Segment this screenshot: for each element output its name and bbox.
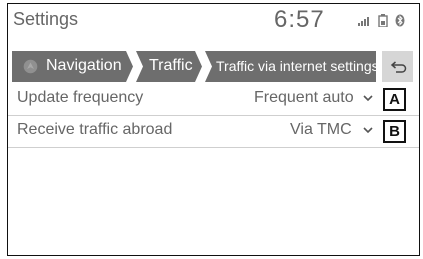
screen: Settings 6:57 Navigation Traffic Traffic…	[7, 3, 420, 256]
setting-value: Via TMC	[290, 121, 352, 138]
setting-row-receive-traffic-abroad[interactable]: Receive traffic abroad Via TMC B	[8, 116, 419, 148]
callout-label: B	[383, 120, 406, 143]
battery-icon	[378, 14, 388, 27]
chevron-down-icon	[363, 127, 373, 134]
breadcrumb-traffic-internet-settings[interactable]: Traffic via internet settings	[205, 51, 376, 82]
callout-label: A	[383, 88, 406, 111]
setting-label: Update frequency	[17, 89, 144, 106]
breadcrumb-navigation-label: Navigation	[46, 57, 122, 74]
breadcrumb-traffic-label: Traffic	[149, 57, 193, 74]
setting-value: Frequent auto	[254, 89, 354, 106]
chevron-down-icon	[363, 95, 373, 102]
breadcrumb-traffic-internet-label: Traffic via internet settings	[216, 58, 379, 74]
navigation-icon	[23, 59, 38, 74]
breadcrumb-traffic[interactable]: Traffic	[136, 51, 202, 82]
breadcrumb: Navigation Traffic Traffic via internet …	[12, 51, 376, 82]
page-title: Settings	[13, 9, 79, 29]
signal-icon	[358, 16, 369, 26]
status-icons	[358, 14, 405, 27]
back-button[interactable]	[382, 51, 413, 82]
setting-label: Receive traffic abroad	[17, 121, 173, 138]
bluetooth-icon	[395, 14, 405, 27]
setting-row-update-frequency[interactable]: Update frequency Frequent auto A	[8, 84, 419, 116]
breadcrumb-navigation[interactable]: Navigation	[12, 51, 133, 82]
clock-time: 6:57	[274, 6, 325, 33]
back-arrow-icon	[390, 60, 406, 73]
